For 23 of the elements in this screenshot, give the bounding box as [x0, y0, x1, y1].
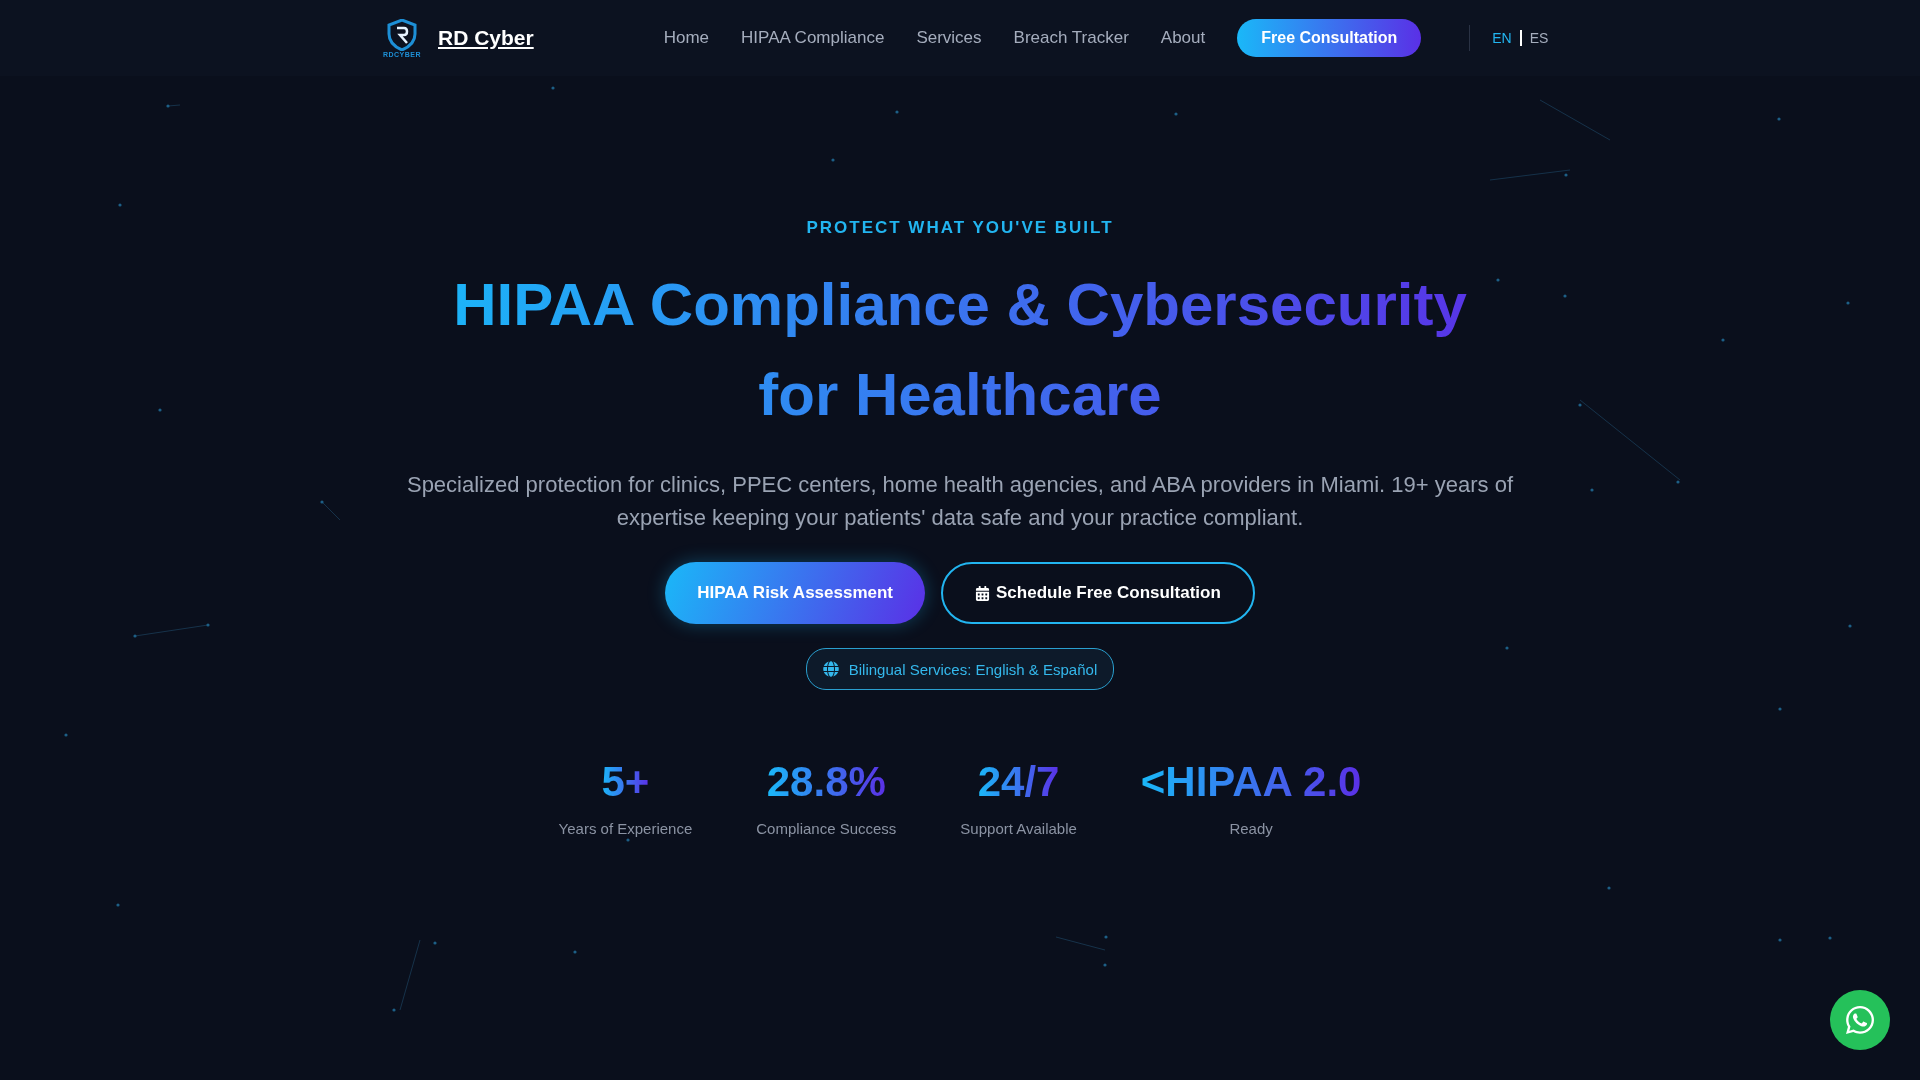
nav-link[interactable]: HIPAA Compliance [741, 28, 885, 48]
stat-label: Years of Experience [558, 820, 693, 837]
badge-text: Bilingual Services: English & Español [848, 660, 1098, 678]
stat-label: Compliance Success [756, 820, 897, 837]
language-toggle[interactable]: EN [1484, 30, 1522, 46]
whatsapp-icon [1844, 1004, 1876, 1036]
nav-link[interactable]: Home [663, 28, 710, 48]
whatsapp-button[interactable] [1830, 990, 1890, 1050]
language-toggle[interactable]: ES [1521, 30, 1557, 46]
calendar-icon [975, 585, 991, 601]
nav-link[interactable]: Breach Tracker [1013, 28, 1129, 48]
eyebrow-text: PROTECT WHAT YOU'VE BUILT [806, 218, 1114, 238]
shield-logo-icon [387, 18, 417, 51]
brand-link[interactable]: RD Cyber [438, 26, 534, 50]
nav-link[interactable]: About [1160, 28, 1206, 48]
schedule-consultation-button[interactable]: Schedule Free Consultation [941, 562, 1255, 624]
stat-label: Support Available [960, 820, 1077, 837]
risk-assessment-button[interactable]: HIPAA Risk Assessment [665, 562, 926, 624]
hero-description: Specialized protection for clinics, PPEC centers, home health agencies, and ABA providers in Miami. 19+ years of expertise keeping your patients' data safe and your practice compliant. [405, 471, 1515, 532]
globe-icon [822, 661, 839, 677]
nav-link[interactable]: Services [916, 28, 982, 48]
free-consultation-button[interactable]: Free Consultation [1237, 19, 1422, 57]
stat-label: Ready [1229, 820, 1273, 837]
